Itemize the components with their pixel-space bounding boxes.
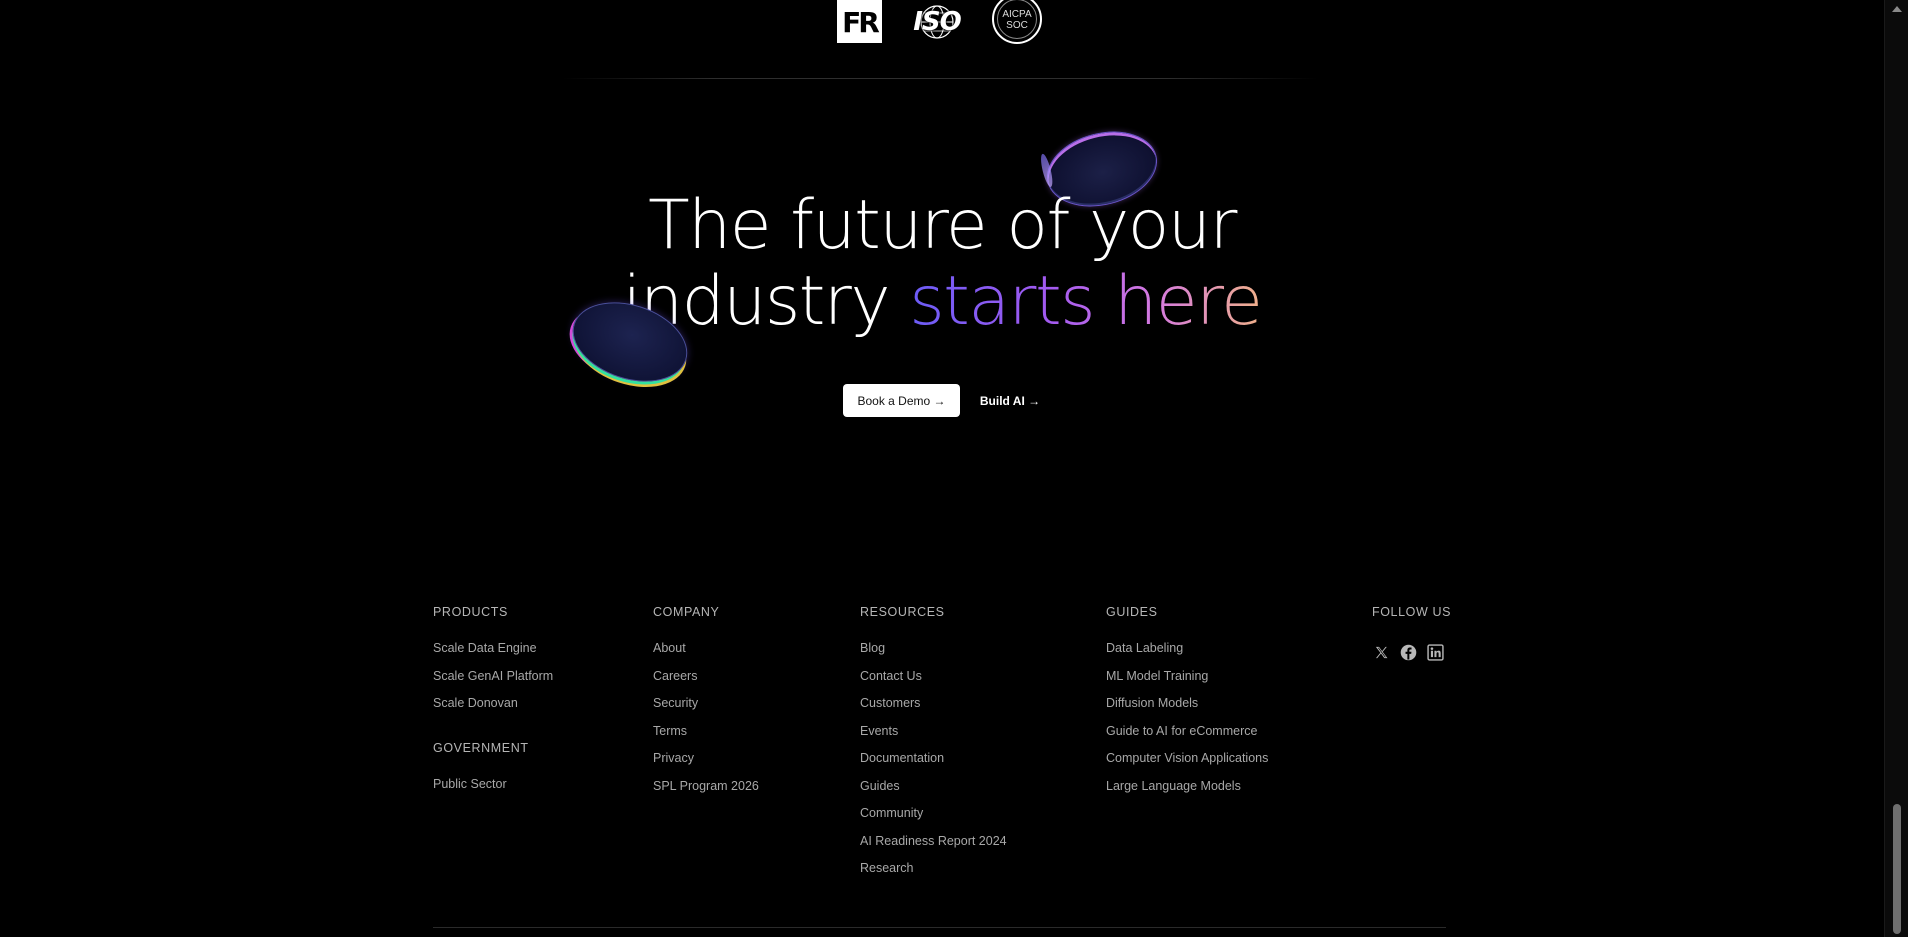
footer-link-terms[interactable]: Terms [653,724,687,738]
footer-link-diffusion-models[interactable]: Diffusion Models [1106,696,1198,710]
footer-link-documentation[interactable]: Documentation [860,751,944,765]
facebook-icon[interactable] [1399,643,1417,661]
book-demo-button[interactable]: Book a Demo → [843,384,960,417]
footer-column-follow: FOLLOW US [1372,604,1451,661]
hero-title: The future of your industry starts here [0,188,1884,340]
scrollbar[interactable] [1884,0,1908,937]
footer-links-government: Public Sector [433,776,529,804]
footer-heading-company: COMPANY [653,605,720,619]
footer-column-products: PRODUCTS Scale Data Engine Scale GenAI P… [433,604,553,723]
section-divider [562,78,1318,79]
footer-divider [433,927,1446,928]
iso-badge-label: ISO [913,7,962,37]
footer-links-company: About Careers Security Terms Privacy SPL… [653,640,759,805]
footer-heading-government: GOVERNMENT [433,741,529,755]
list-item: Careers [653,668,759,696]
footer-link-llms[interactable]: Large Language Models [1106,779,1241,793]
footer-column-guides: GUIDES Data Labeling ML Model Training D… [1106,604,1268,805]
footer-link-computer-vision[interactable]: Computer Vision Applications [1106,751,1268,765]
iso-badge: ISO [907,0,967,44]
list-item: Scale Data Engine [433,640,553,668]
footer-link-research[interactable]: Research [860,861,914,875]
list-item: SPL Program 2026 [653,778,759,806]
footer-link-security[interactable]: Security [653,696,698,710]
footer-link-ml-model-training[interactable]: ML Model Training [1106,669,1208,683]
list-item: Terms [653,723,759,751]
list-item: Blog [860,640,1007,668]
list-item: Public Sector [433,776,529,804]
list-item: Events [860,723,1007,751]
aicpa-badge-text: AICPA SOC [1002,9,1031,31]
footer-link-privacy[interactable]: Privacy [653,751,694,765]
footer-heading-follow: FOLLOW US [1372,605,1452,619]
footer-links-guides: Data Labeling ML Model Training Diffusio… [1106,640,1268,805]
footer-link-guides[interactable]: Guides [860,779,900,793]
list-item: Guide to AI for eCommerce [1106,723,1268,751]
list-item: Computer Vision Applications [1106,750,1268,778]
social-links [1372,643,1451,661]
scroll-up-arrow-icon[interactable] [1892,6,1902,12]
list-item: Diffusion Models [1106,695,1268,723]
footer-heading-products: PRODUCTS [433,605,508,619]
list-item: Community [860,805,1007,833]
certification-badges: FR ISO AICPA SOC [837,0,1043,44]
footer-link-community[interactable]: Community [860,806,923,820]
list-item: Research [860,860,1007,888]
footer-heading-guides: GUIDES [1106,605,1158,619]
scrollbar-thumb[interactable] [1893,804,1901,934]
fedramp-badge: FR [837,0,882,43]
footer-column-government: GOVERNMENT Public Sector [433,740,529,804]
footer-link-events[interactable]: Events [860,724,898,738]
footer-links-products: Scale Data Engine Scale GenAI Platform S… [433,640,553,723]
footer-link-ai-ecommerce[interactable]: Guide to AI for eCommerce [1106,724,1257,738]
fedramp-badge-label: FR [842,6,880,39]
hero-line-1: The future of your [648,186,1237,265]
footer-link-ai-readiness-report[interactable]: AI Readiness Report 2024 [860,834,1007,848]
list-item: Scale Donovan [433,695,553,723]
list-item: Large Language Models [1106,778,1268,806]
list-item: Documentation [860,750,1007,778]
x-icon[interactable] [1372,643,1390,661]
hero-gradient-text: starts here [909,262,1263,341]
footer-link-careers[interactable]: Careers [653,669,697,683]
list-item: About [653,640,759,668]
footer-link-about[interactable]: About [653,641,686,655]
list-item: Data Labeling [1106,640,1268,668]
footer-link-customers[interactable]: Customers [860,696,920,710]
footer-link-scale-data-engine[interactable]: Scale Data Engine [433,641,537,655]
list-item: Privacy [653,750,759,778]
footer-heading-resources: RESOURCES [860,605,945,619]
footer-link-contact-us[interactable]: Contact Us [860,669,922,683]
footer-link-public-sector[interactable]: Public Sector [433,777,507,791]
footer-link-data-labeling[interactable]: Data Labeling [1106,641,1183,655]
footer-link-scale-genai-platform[interactable]: Scale GenAI Platform [433,669,553,683]
list-item: Guides [860,778,1007,806]
footer-link-scale-donovan[interactable]: Scale Donovan [433,696,518,710]
footer-column-company: COMPANY About Careers Security Terms Pri… [653,604,759,805]
list-item: Contact Us [860,668,1007,696]
page: FR ISO AICPA SOC The future of your indu… [0,0,1908,937]
aicpa-line1: AICPA [1002,9,1032,20]
list-item: ML Model Training [1106,668,1268,696]
list-item: AI Readiness Report 2024 [860,833,1007,861]
list-item: Security [653,695,759,723]
footer-link-spl-program[interactable]: SPL Program 2026 [653,779,759,793]
hero-line-2: industry starts here [0,264,1884,340]
footer-column-resources: RESOURCES Blog Contact Us Customers Even… [860,604,1007,888]
footer-link-blog[interactable]: Blog [860,641,885,655]
list-item: Customers [860,695,1007,723]
linkedin-icon[interactable] [1426,643,1444,661]
build-ai-link[interactable]: Build AI → [978,384,1042,417]
aicpa-soc-badge: AICPA SOC [992,0,1042,44]
list-item: Scale GenAI Platform [433,668,553,696]
aicpa-line2: SOC [1006,20,1028,31]
footer-links-resources: Blog Contact Us Customers Events Documen… [860,640,1007,888]
